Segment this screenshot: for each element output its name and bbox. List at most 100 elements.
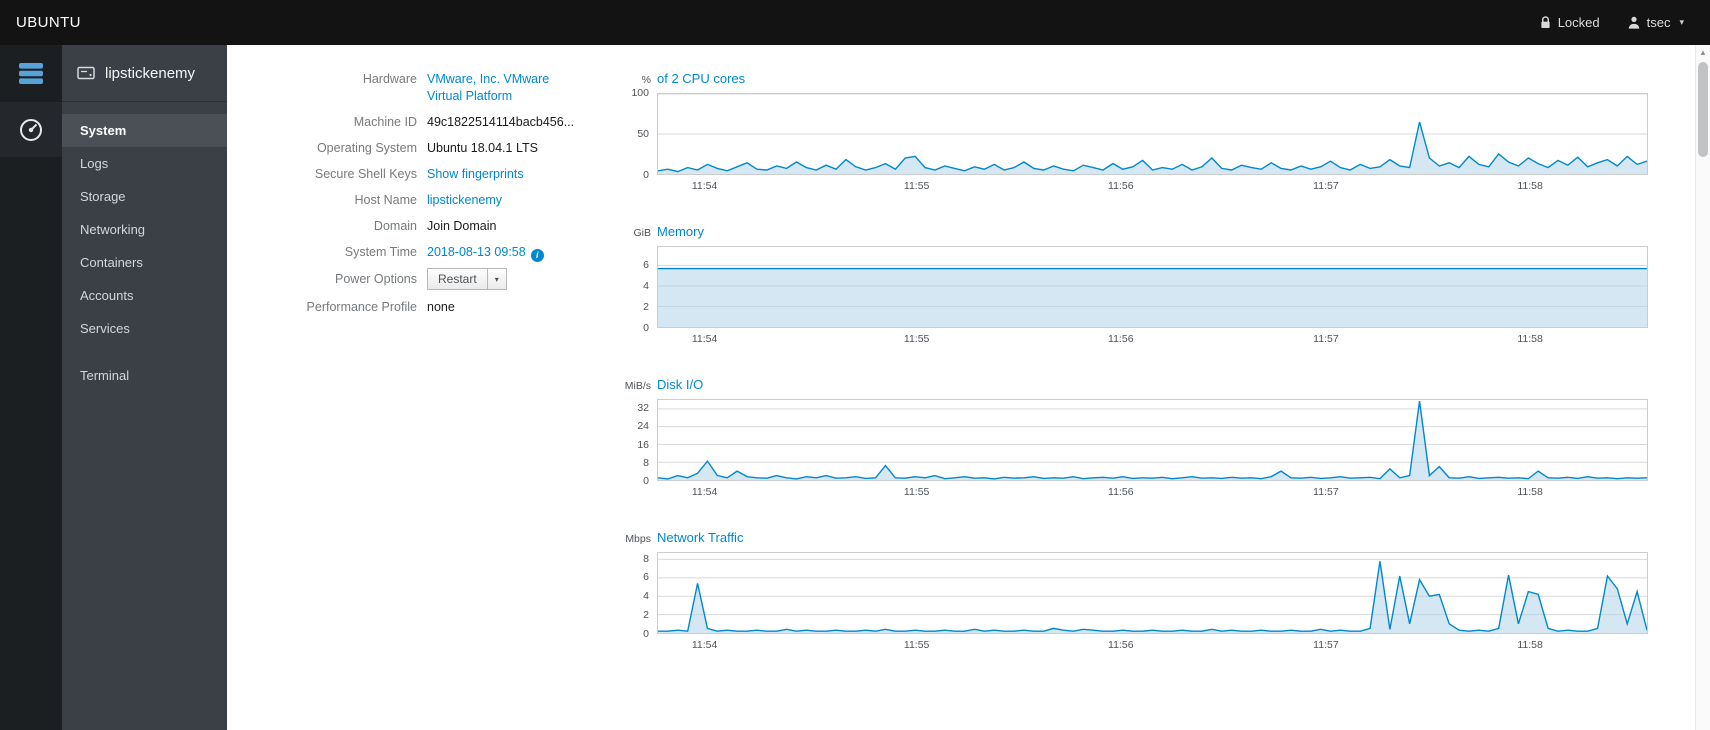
- power-options-dropdown: Restart ▾: [427, 268, 507, 290]
- chart-of-2-cpu-cores: % of 2 CPU cores 0 50 100 11:54 11:55 11:56 11:5…: [617, 71, 1648, 193]
- field-value: Show fingerprints: [427, 166, 524, 183]
- x-axis-tick: 11:56: [1108, 333, 1134, 345]
- x-axis-tick: 11:58: [1517, 486, 1543, 498]
- system-page: Hardware VMware, Inc. VMware Virtual Plat…: [227, 45, 1710, 730]
- field-value: Restart ▾: [427, 268, 507, 290]
- host-machine-icon: [77, 66, 95, 80]
- field-value: lipstickenemy: [427, 192, 502, 209]
- x-axis-tick: 11:57: [1313, 180, 1339, 192]
- sidebar-item-logs[interactable]: Logs: [62, 147, 227, 180]
- y-axis-tick: 4: [643, 590, 649, 603]
- chart-memory: GiB Memory 0 2 4 6 11:54 11:55 11:56 11:57 11:58: [617, 224, 1648, 346]
- sidebar-item-services[interactable]: Services: [62, 312, 227, 345]
- chart-unit-label: Mbps: [625, 533, 651, 545]
- info-icon[interactable]: i: [530, 249, 544, 262]
- x-axis-tick: 11:54: [691, 180, 718, 192]
- x-axis-tick: 11:58: [1517, 180, 1543, 192]
- field-label: Machine ID: [353, 115, 417, 129]
- y-axis-tick: 100: [631, 86, 649, 99]
- field-row-machine-id: Machine ID 49c1822514114bacb456...: [257, 114, 607, 131]
- y-axis-tick: 8: [643, 456, 649, 469]
- x-axis-tick: 11:56: [1108, 180, 1134, 192]
- x-axis-tick: 11:54: [691, 639, 718, 651]
- field-row-system-time: System Time 2018-08-13 09:58 i: [257, 244, 607, 262]
- x-axis-tick: 11:56: [1108, 486, 1134, 498]
- x-axis-tick: 11:55: [903, 333, 930, 345]
- app-shell: lipstickenemy System Logs Storage Networkin…: [0, 45, 1710, 730]
- restart-caret-button[interactable]: ▾: [487, 268, 507, 290]
- chart-plot-disk-i-o: [657, 399, 1648, 481]
- field-text-performance-profile[interactable]: none: [427, 300, 455, 314]
- field-label: Secure Shell Keys: [314, 167, 417, 181]
- sidebar-item-system[interactable]: System: [62, 114, 227, 147]
- field-row-secure-shell-keys: Secure Shell Keys Show fingerprints: [257, 166, 607, 183]
- chart-title-link-disk-i-o[interactable]: Disk I/O: [657, 377, 703, 392]
- x-axis-tick: 11:55: [903, 180, 930, 192]
- locked-button[interactable]: Locked: [1540, 15, 1600, 30]
- brand-label: UBUNTU: [16, 14, 81, 31]
- masthead-actions: Locked tsec ▾: [1540, 15, 1684, 30]
- field-value: Join Domain: [427, 218, 496, 235]
- host-switcher[interactable]: lipstickenemy: [62, 45, 227, 102]
- field-row-operating-system: Operating System Ubuntu 18.04.1 LTS: [257, 140, 607, 157]
- y-axis-tick: 4: [643, 279, 649, 292]
- chart-title-link-network-traffic[interactable]: Network Traffic: [657, 530, 743, 545]
- x-axis-tick: 11:55: [903, 486, 930, 498]
- user-label: tsec: [1646, 15, 1671, 30]
- y-axis-tick: 2: [643, 300, 649, 313]
- chart-unit-label: MiB/s: [624, 380, 651, 392]
- chart-title-link-of-2-cpu-cores[interactable]: of 2 CPU cores: [657, 71, 745, 86]
- sidebar-nav: System Logs Storage Networking Containers Acc…: [62, 102, 227, 392]
- user-menu-button[interactable]: tsec ▾: [1628, 15, 1684, 30]
- user-icon: [1628, 16, 1639, 29]
- field-value: 2018-08-13 09:58 i: [427, 244, 544, 262]
- field-label: Host Name: [354, 193, 417, 207]
- sidebar-item-terminal[interactable]: Terminal: [62, 359, 227, 392]
- field-row-performance-profile: Performance Profile none: [257, 299, 607, 316]
- field-label: Domain: [373, 219, 417, 233]
- field-row-domain: Domain Join Domain: [257, 218, 607, 235]
- y-axis-tick: 0: [643, 627, 649, 640]
- y-axis-tick: 24: [637, 420, 649, 433]
- field-text-domain[interactable]: Join Domain: [427, 219, 496, 233]
- field-value: Ubuntu 18.04.1 LTS: [427, 140, 538, 157]
- sidebar-item-networking[interactable]: Networking: [62, 213, 227, 246]
- chart-plot-network-traffic: [657, 552, 1648, 634]
- host-icon-strip: [0, 45, 62, 730]
- y-axis-tick: 6: [643, 258, 649, 271]
- sidebar: lipstickenemy System Logs Storage Networkin…: [62, 45, 227, 730]
- charts-column: % of 2 CPU cores 0 50 100 11:54 11:55 11:56 11:5…: [617, 71, 1648, 730]
- field-value: none: [427, 299, 455, 316]
- field-row-power-options: Power Options Restart ▾: [257, 268, 607, 290]
- field-link-host-name[interactable]: lipstickenemy: [427, 193, 502, 207]
- y-axis-tick: 0: [643, 474, 649, 487]
- host-server-button[interactable]: [0, 45, 62, 102]
- y-axis-tick: 0: [643, 321, 649, 334]
- chart-disk-i-o: MiB/s Disk I/O 0 8 16 24 32 11:54 11:55 11:56 11:5…: [617, 377, 1648, 499]
- masthead: UBUNTU Locked tsec ▾: [0, 0, 1710, 45]
- field-text-operating-system: Ubuntu 18.04.1 LTS: [427, 141, 538, 155]
- dashboard-gauge-icon: [20, 118, 42, 141]
- lock-icon: [1541, 16, 1550, 28]
- x-axis-tick: 11:54: [691, 486, 718, 498]
- restart-button[interactable]: Restart: [427, 268, 488, 290]
- x-axis-tick: 11:56: [1108, 639, 1134, 651]
- dashboard-button[interactable]: [0, 102, 62, 157]
- sidebar-item-containers[interactable]: Containers: [62, 246, 227, 279]
- scrollbar-thumb[interactable]: [1698, 62, 1708, 157]
- y-axis-tick: 16: [637, 438, 649, 451]
- chart-unit-label: GiB: [633, 227, 651, 239]
- field-link-secure-shell-keys[interactable]: Show fingerprints: [427, 167, 524, 181]
- locked-label: Locked: [1557, 15, 1600, 30]
- chevron-down-icon: ▾: [1679, 17, 1684, 27]
- y-axis-tick: 8: [643, 552, 649, 565]
- field-link-system-time[interactable]: 2018-08-13 09:58: [427, 245, 526, 259]
- chart-title-link-memory[interactable]: Memory: [657, 224, 704, 239]
- y-axis-tick: 2: [643, 608, 649, 621]
- scrollbar[interactable]: ▲: [1695, 45, 1710, 730]
- sidebar-item-accounts[interactable]: Accounts: [62, 279, 227, 312]
- chart-plot-of-2-cpu-cores: [657, 93, 1648, 175]
- field-link-hardware[interactable]: VMware, Inc. VMware Virtual Platform: [427, 72, 549, 103]
- scroll-up-arrow-icon[interactable]: ▲: [1696, 45, 1710, 60]
- sidebar-item-storage[interactable]: Storage: [62, 180, 227, 213]
